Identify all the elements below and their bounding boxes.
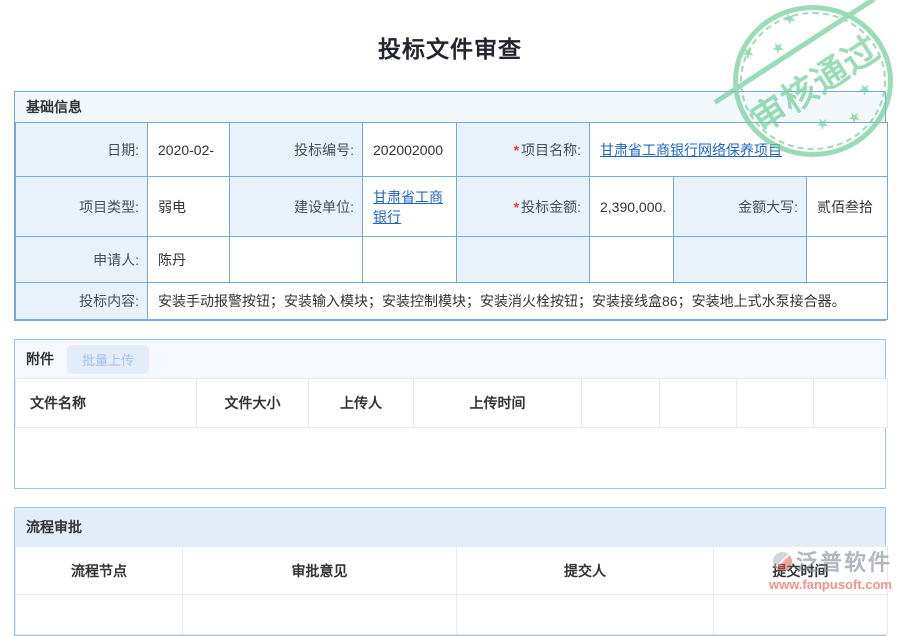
bid-amount-label: *投标金额:	[457, 177, 590, 237]
approval-section-title: 流程审批	[26, 517, 82, 537]
attachments-col-empty	[814, 379, 888, 428]
attachments-empty-body	[15, 428, 885, 488]
date-label: 日期:	[16, 123, 148, 177]
approval-col-submit-time: 提交时间	[714, 547, 888, 595]
basic-info-section-title: 基础信息	[15, 92, 885, 122]
amount-caps-value: 贰佰叁拾	[807, 177, 888, 237]
bid-content-label: 投标内容:	[16, 283, 148, 320]
approval-col-node: 流程节点	[16, 547, 183, 595]
attachments-col-file-name: 文件名称	[16, 379, 197, 428]
attachments-table: 文件名称 文件大小 上传人 上传时间	[15, 378, 888, 428]
attachments-col-empty	[660, 379, 737, 428]
required-asterisk: *	[514, 199, 519, 215]
construction-unit-label: 建设单位:	[230, 177, 363, 237]
project-type-label: 项目类型:	[16, 177, 148, 237]
bid-no-value: 202002000	[363, 123, 457, 177]
attachments-col-empty	[737, 379, 814, 428]
project-name-link[interactable]: 甘肃省工商银行网络保养项目	[600, 142, 782, 158]
empty-label-cell	[674, 237, 807, 283]
applicant-value: 陈丹	[148, 237, 230, 283]
attachments-section-title: 附件	[26, 349, 54, 369]
page-title: 投标文件审查	[0, 0, 900, 64]
bid-no-label: 投标编号:	[230, 123, 363, 177]
empty-cell	[807, 237, 888, 283]
approval-empty-cell	[16, 595, 183, 635]
attachments-col-file-size: 文件大小	[197, 379, 309, 428]
basic-info-section: 基础信息 日期: 2020-02- 投标编号: 202002000 *项目名称:…	[14, 91, 886, 321]
attachments-col-upload-time: 上传时间	[414, 379, 582, 428]
attachments-col-empty	[582, 379, 660, 428]
project-name-cell: 甘肃省工商银行网络保养项目	[590, 123, 888, 177]
bid-content-value: 安装手动报警按钮；安装输入模块；安装控制模块；安装消火栓按钮；安装接线盒86；安…	[148, 283, 888, 320]
amount-caps-label: 金额大写:	[674, 177, 807, 237]
empty-cell	[363, 237, 457, 283]
attachments-col-uploader: 上传人	[309, 379, 414, 428]
required-asterisk: *	[514, 142, 519, 158]
bid-amount-value: 2,390,000.	[590, 177, 674, 237]
construction-unit-cell: 甘肃省工商银行	[363, 177, 457, 237]
approval-col-submitter: 提交人	[457, 547, 714, 595]
approval-col-opinion: 审批意见	[183, 547, 457, 595]
project-type-value: 弱电	[148, 177, 230, 237]
project-name-label: *项目名称:	[457, 123, 590, 177]
approval-empty-cell	[714, 595, 888, 635]
approval-flow-section: 流程审批 流程节点 审批意见 提交人 提交时间	[14, 507, 886, 636]
applicant-label: 申请人:	[16, 237, 148, 283]
date-value: 2020-02-	[148, 123, 230, 177]
attachments-section: 附件 批量上传 文件名称 文件大小 上传人 上传时间	[14, 339, 886, 489]
empty-label-cell	[457, 237, 590, 283]
approval-empty-cell	[183, 595, 457, 635]
batch-upload-button[interactable]: 批量上传	[67, 345, 149, 374]
basic-info-table: 日期: 2020-02- 投标编号: 202002000 *项目名称: 甘肃省工…	[15, 122, 888, 320]
approval-empty-cell	[457, 595, 714, 635]
empty-cell	[230, 237, 363, 283]
construction-unit-link[interactable]: 甘肃省工商银行	[373, 189, 443, 225]
approval-table: 流程节点 审批意见 提交人 提交时间	[15, 546, 888, 635]
empty-cell	[590, 237, 674, 283]
